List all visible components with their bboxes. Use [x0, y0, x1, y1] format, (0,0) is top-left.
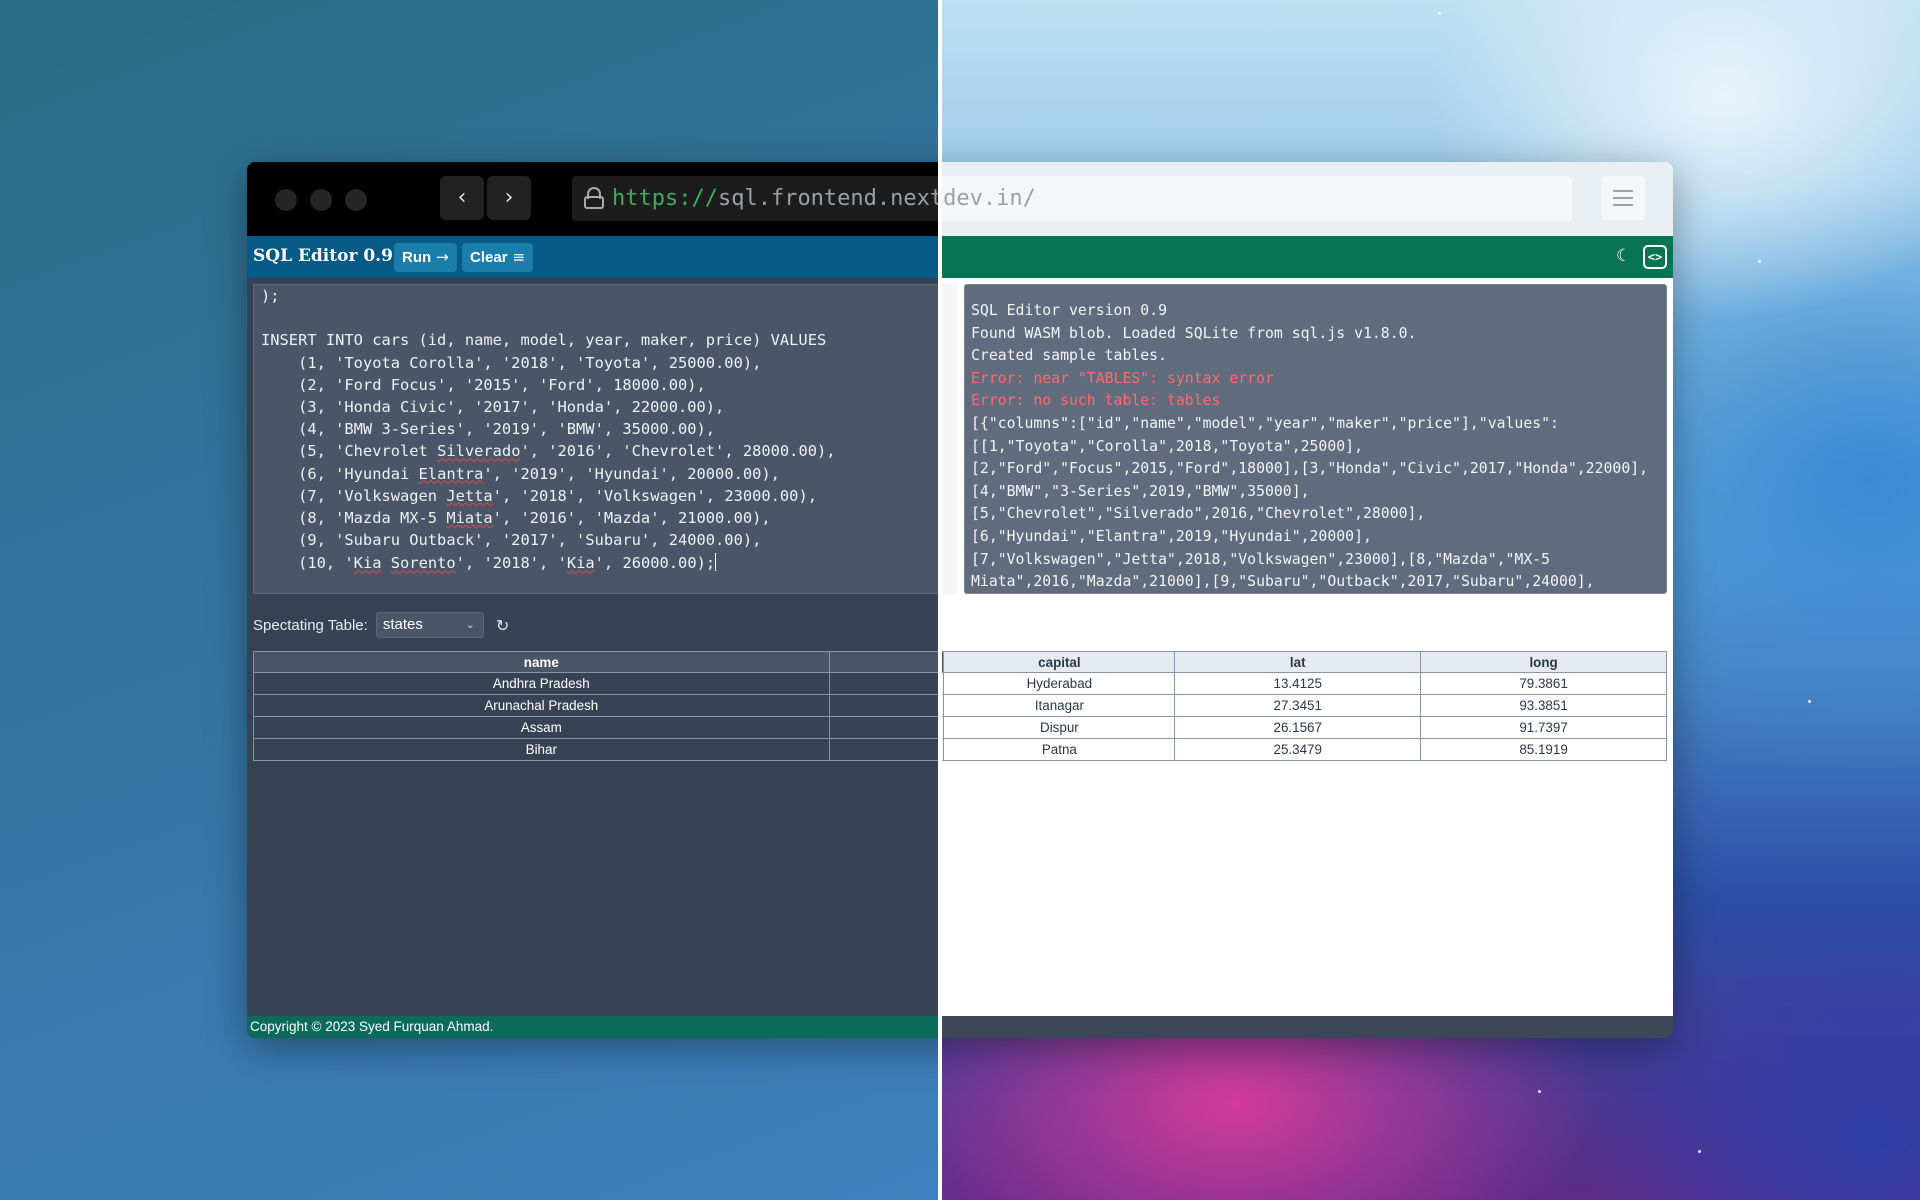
url-text: https://sql.frontend.nextdev.in/ — [612, 186, 1036, 211]
app-header: SQL Editor 0.9 Run → Clear ≡ ☾ <> — [247, 236, 1673, 278]
browser-window: ‹ › https://sql.frontend.nextdev.in/ SQL… — [247, 162, 1673, 1038]
editor-line: (6, 'Hyundai Elantra', '2019', 'Hyundai'… — [261, 464, 780, 483]
table-row: Bihar Patna 25.3479 85.1919 — [253, 738, 1667, 761]
column-header[interactable] — [828, 651, 945, 673]
window-maximize-dot[interactable] — [345, 189, 367, 211]
editor-line: (9, 'Subaru Outback', '2017', 'Subaru', … — [261, 531, 762, 550]
console-error-line: Error: no such table: tables — [971, 392, 1221, 410]
table-cell: Andhra Pradesh — [253, 672, 830, 695]
console-line: [7,"Volkswagen","Jetta",2018,"Volkswagen… — [971, 550, 1551, 568]
moon-icon[interactable]: ☾ — [1616, 246, 1638, 268]
browser-settings-button[interactable] — [1601, 176, 1645, 220]
table-cell: 93.3851 — [1420, 694, 1667, 717]
sql-editor[interactable]: ); INSERT INTO cars (id, name, model, yea… — [253, 284, 957, 594]
console-line: Miata",2016,"Mazda",21000],[9,"Subaru","… — [971, 573, 1595, 591]
browser-toolbar: ‹ › https://sql.frontend.nextdev.in/ — [247, 162, 1673, 236]
table-select[interactable]: states ⌄ — [375, 612, 484, 638]
table-row: Andhra Pradesh Hyderabad 13.4125 79.3861 — [253, 672, 1667, 695]
table-cell: Hyderabad — [943, 672, 1176, 695]
lines-icon: ≡ — [512, 248, 526, 266]
table-row: Assam Dispur 26.1567 91.7397 — [253, 716, 1667, 739]
table-cell: 13.4125 — [1174, 672, 1422, 695]
code-toggle-button[interactable]: <> — [1643, 245, 1667, 269]
chevron-right-icon: › — [504, 185, 514, 210]
console-line: [5,"Chevrolet","Silverado",2016,"Chevrol… — [971, 505, 1426, 523]
editor-line: INSERT INTO cars (id, name, model, year,… — [261, 331, 827, 350]
app-content: ); INSERT INTO cars (id, name, model, yea… — [247, 278, 1673, 1016]
table-cell: 25.3479 — [1174, 738, 1422, 761]
split-divider[interactable] — [938, 0, 942, 1200]
table-cell: 26.1567 — [1174, 716, 1422, 739]
table-cell: Itanagar — [943, 694, 1176, 717]
lock-icon — [584, 187, 604, 209]
table-row: Arunachal Pradesh Itanagar 27.3451 93.3851 — [253, 694, 1667, 717]
table-cell — [828, 672, 945, 695]
editor-line: (5, 'Chevrolet Silverado', '2016', 'Chev… — [261, 442, 836, 461]
app-title: SQL Editor 0.9 — [253, 246, 393, 266]
column-header[interactable]: name — [253, 651, 830, 673]
table-cell: 91.7397 — [1420, 716, 1667, 739]
table-cell — [828, 694, 945, 717]
back-button[interactable]: ‹ — [440, 176, 484, 220]
editor-line: (8, 'Mazda MX-5 Miata', '2016', 'Mazda',… — [261, 509, 771, 527]
copyright-text: Copyright © 2023 Syed Furquan Ahmad. — [250, 1019, 494, 1034]
output-console: SQL Editor version 0.9 Found WASM blob. L… — [964, 284, 1667, 594]
console-line: [[1,"Toyota","Corolla",2018,"Toyota",250… — [971, 437, 1363, 455]
column-header[interactable]: lat — [1174, 651, 1422, 673]
window-minimize-dot[interactable] — [310, 189, 332, 211]
editor-line: (7, 'Volkswagen Jetta', '2018', 'Volkswa… — [261, 486, 817, 505]
console-line: [{"columns":["id","name","model","year",… — [971, 415, 1559, 432]
console-line: Found WASM blob. Loaded SQLite from sql.… — [971, 324, 1417, 342]
clear-button[interactable]: Clear ≡ — [462, 243, 534, 272]
spectating-table-label: Spectating Table: — [253, 616, 368, 634]
chevron-left-icon: ‹ — [457, 185, 467, 210]
editor-line: (2, 'Ford Focus', '2015', 'Ford', 18000.… — [261, 375, 706, 394]
editor-line: (10, 'Kia Sorento', '2018', 'Kia', 26000… — [261, 553, 717, 573]
editor-line: (4, 'BMW 3-Series', '2019', 'BMW', 35000… — [261, 420, 716, 439]
spectating-table-bar: Spectating Table: states ⌄ ↻ — [253, 611, 509, 639]
console-line: SQL Editor version 0.9 — [971, 302, 1167, 319]
table-cell — [828, 716, 945, 739]
console-line: [4,"BMW","3-Series",2019,"BMW",35000], — [971, 482, 1310, 500]
editor-line: ); — [261, 287, 280, 305]
column-header[interactable]: capital — [943, 651, 1176, 673]
run-button[interactable]: Run → — [394, 243, 457, 272]
arrow-right-icon: → — [436, 248, 449, 266]
forward-button[interactable]: › — [487, 176, 531, 220]
footer: Copyright © 2023 Syed Furquan Ahmad. — [247, 1016, 1673, 1038]
console-line: [2,"Ford","Focus",2015,"Ford",18000],[3,… — [971, 460, 1649, 478]
table-header-row: name capital lat long — [253, 651, 1667, 673]
table-cell: Bihar — [253, 738, 830, 761]
window-close-dot[interactable] — [275, 189, 297, 211]
console-line: Created sample tables. — [971, 347, 1167, 365]
table-cell: Assam — [253, 716, 830, 739]
address-bar[interactable]: https://sql.frontend.nextdev.in/ — [572, 176, 1572, 221]
table-cell — [828, 738, 945, 761]
run-label: Run — [402, 249, 432, 266]
chevron-down-icon: ⌄ — [465, 618, 475, 631]
column-header[interactable]: long — [1420, 651, 1667, 673]
table-cell: Arunachal Pradesh — [253, 694, 830, 717]
table-cell: 79.3861 — [1420, 672, 1667, 695]
console-line: [6,"Hyundai","Elantra",2019,"Hyundai",20… — [971, 528, 1372, 545]
table-cell: 85.1919 — [1420, 738, 1667, 761]
table-cell: Dispur — [943, 716, 1176, 739]
editor-line: (1, 'Toyota Corolla', '2018', 'Toyota', … — [261, 353, 762, 372]
results-table: name capital lat long Andhra Pradesh Hyderab… — [253, 651, 1667, 761]
clear-label: Clear — [470, 249, 508, 266]
editor-line: (3, 'Honda Civic', '2017', 'Honda', 2200… — [261, 398, 725, 416]
console-error-line: Error: near "TABLES": syntax error — [971, 369, 1274, 387]
table-cell: 27.3451 — [1174, 694, 1422, 717]
refresh-icon[interactable]: ↻ — [496, 616, 509, 635]
table-cell: Patna — [943, 738, 1176, 761]
